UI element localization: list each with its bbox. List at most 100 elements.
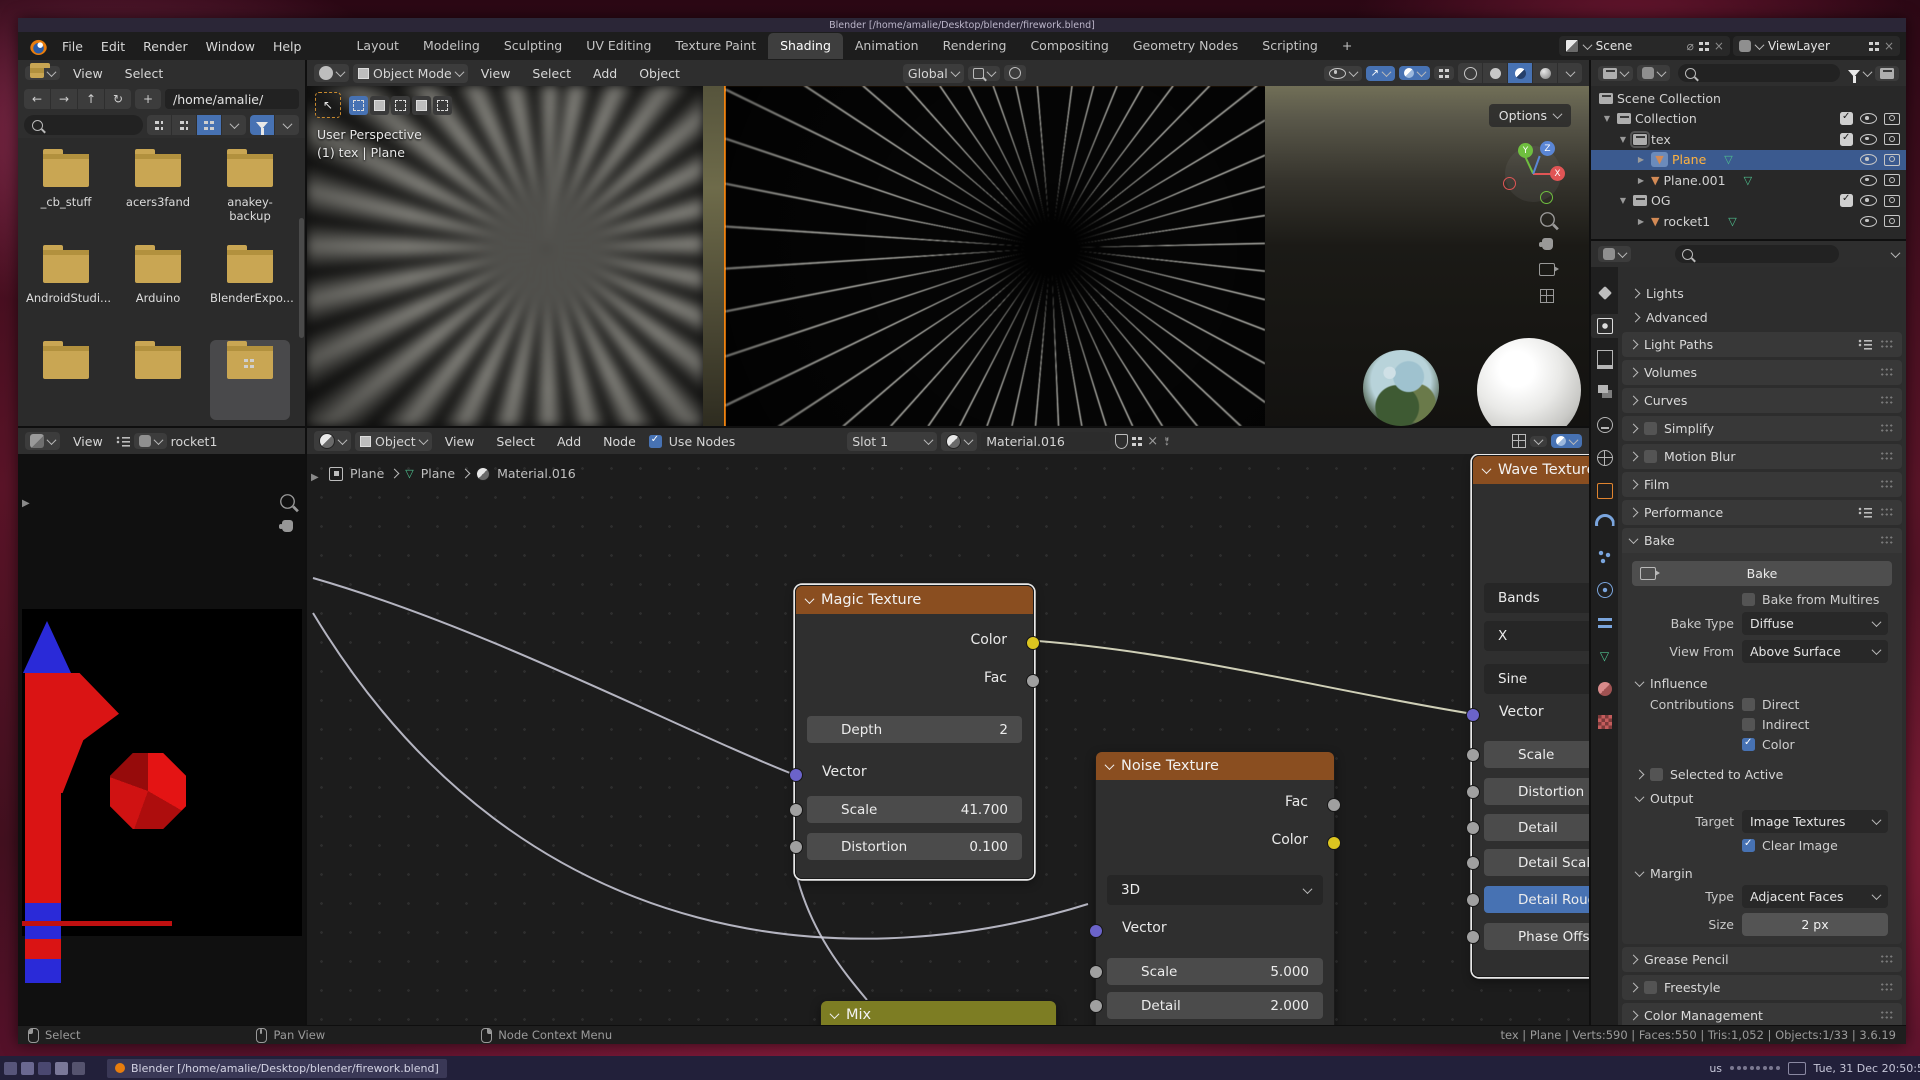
folder-item[interactable]: anakey-backup: [210, 148, 290, 223]
new-material-copy-icon[interactable]: [1132, 436, 1143, 447]
editor-type-button[interactable]: [314, 431, 351, 451]
gizmos-toggle[interactable]: ↗: [1366, 66, 1395, 81]
drag-handle-icon[interactable]: [1880, 367, 1894, 378]
menu-edit[interactable]: Edit: [92, 36, 134, 57]
tab-shading[interactable]: Shading: [768, 33, 843, 59]
menu-help[interactable]: Help: [264, 36, 311, 57]
menu-render[interactable]: Render: [134, 36, 197, 57]
tab-view-layer[interactable]: [1591, 380, 1618, 404]
outliner-row-collection[interactable]: ▼ Collection: [1591, 109, 1906, 130]
axis-negx-handle[interactable]: [1503, 177, 1516, 190]
clock[interactable]: Tue, 31 Dec 20:50:5: [1814, 1062, 1920, 1075]
tab-particles[interactable]: [1591, 545, 1618, 569]
socket-vector-input[interactable]: [1466, 708, 1480, 722]
sidebar-toggle-icon[interactable]: ▶: [22, 498, 30, 509]
snapping-dropdown[interactable]: [1530, 436, 1547, 447]
tab-rendering[interactable]: Rendering: [931, 33, 1019, 59]
hide-eye-icon[interactable]: [1860, 216, 1877, 227]
tab-layout[interactable]: Layout: [344, 33, 411, 59]
white-sphere-object[interactable]: [1477, 338, 1581, 426]
expand-icon[interactable]: ▼: [1617, 196, 1629, 205]
render-camera-icon[interactable]: [1884, 133, 1900, 145]
outliner-row-scene-collection[interactable]: Scene Collection: [1591, 88, 1906, 109]
sh-menu-select[interactable]: Select: [487, 431, 544, 452]
tab-geometry-nodes[interactable]: Geometry Nodes: [1121, 33, 1250, 59]
unlink-close-icon[interactable]: ×: [1147, 434, 1158, 449]
keyboard-layout-indicator[interactable]: us: [1709, 1062, 1722, 1075]
panel-performance[interactable]: Performance: [1622, 500, 1902, 525]
select-tool-button[interactable]: [433, 96, 452, 115]
panel-light-paths[interactable]: Light Paths: [1622, 332, 1902, 357]
shading-dropdown[interactable]: [1558, 63, 1582, 83]
drag-handle-icon[interactable]: [1880, 451, 1894, 462]
bake-type-dropdown[interactable]: Diffuse: [1742, 612, 1888, 635]
expand-icon[interactable]: ▶: [1635, 176, 1647, 185]
shading-material-button[interactable]: [1508, 63, 1532, 83]
subpanel-margin[interactable]: Margin: [1622, 861, 1902, 885]
socket-detail-input[interactable]: [1089, 999, 1103, 1013]
material-browse-button[interactable]: [941, 432, 977, 451]
hide-eye-icon[interactable]: [1860, 195, 1877, 206]
hamburger-menu-icon[interactable]: [116, 436, 130, 447]
tray-indicator-icon[interactable]: [1788, 1062, 1806, 1075]
breadcrumb-mesh[interactable]: Plane: [421, 466, 455, 481]
image-editor-canvas-area[interactable]: ▶: [18, 454, 305, 1026]
panel-motion-blur[interactable]: Motion Blur: [1622, 444, 1902, 469]
tab-render[interactable]: [1591, 314, 1618, 338]
tab-tool[interactable]: [1591, 281, 1618, 305]
outliner-row-rocket1[interactable]: ▶ ▼ rocket1 ▽: [1591, 211, 1906, 232]
file-search-input[interactable]: [24, 115, 143, 135]
folder-item[interactable]: BlenderExpo...: [210, 244, 290, 305]
indirect-checkbox[interactable]: Indirect: [1742, 717, 1888, 732]
sh-menu-add[interactable]: Add: [548, 431, 590, 452]
color-checkbox[interactable]: Color: [1742, 737, 1888, 752]
object-visibility-button[interactable]: [1324, 66, 1362, 81]
panel-simplify[interactable]: Simplify: [1622, 416, 1902, 441]
tab-data[interactable]: ▽: [1591, 644, 1618, 668]
node-wave-texture[interactable]: Wave Texture Bands X Sine Vector Scale D…: [1472, 455, 1589, 977]
socket-input[interactable]: [1466, 893, 1480, 907]
image-datablock-selector[interactable]: [134, 433, 167, 449]
overlays-toggle[interactable]: [1399, 66, 1430, 80]
camera-view-icon[interactable]: [1539, 263, 1555, 276]
drag-handle-icon[interactable]: [1880, 479, 1894, 490]
chevron-down-icon[interactable]: [1863, 67, 1873, 77]
socket-vector-input[interactable]: [789, 768, 803, 782]
axis-negy-handle[interactable]: [1540, 191, 1553, 204]
tab-material[interactable]: [1591, 677, 1618, 701]
taskbar-app-icon[interactable]: [4, 1062, 17, 1075]
shading-solid-button[interactable]: [1483, 63, 1507, 83]
bake-from-multires-checkbox[interactable]: Bake from Multires: [1742, 592, 1888, 607]
margin-type-dropdown[interactable]: Adjacent Faces: [1742, 885, 1888, 908]
render-camera-icon[interactable]: [1884, 195, 1900, 207]
detail-field[interactable]: Detail: [1484, 814, 1589, 841]
panel-checkbox[interactable]: [1644, 981, 1657, 994]
filter-dropdown[interactable]: [275, 115, 299, 135]
hide-eye-icon[interactable]: [1860, 113, 1877, 124]
distortion-field[interactable]: Distortion: [1484, 778, 1589, 805]
new-collection-button[interactable]: [1875, 66, 1899, 81]
zoom-icon[interactable]: [1540, 212, 1555, 227]
collection-checkbox[interactable]: [1840, 194, 1853, 207]
outliner-row-plane-selected[interactable]: ▶ ▼ Plane ▽: [1591, 150, 1906, 171]
shader-type-selector[interactable]: Object: [355, 432, 432, 451]
file-grid-scrollbar[interactable]: [299, 218, 304, 338]
select-tool-button[interactable]: [412, 96, 431, 115]
tab-animation[interactable]: Animation: [843, 33, 931, 59]
sh-menu-node[interactable]: Node: [594, 431, 645, 452]
drag-handle-icon[interactable]: [1880, 1010, 1894, 1021]
socket-vector-input[interactable]: [1089, 924, 1103, 938]
expand-icon[interactable]: ▶: [1635, 155, 1647, 164]
editor-type-button[interactable]: [1598, 246, 1631, 262]
panel-checkbox[interactable]: [1644, 422, 1657, 435]
panel-checkbox[interactable]: [1644, 450, 1657, 463]
editor-type-button[interactable]: [25, 432, 60, 450]
tab-uv-editing[interactable]: UV Editing: [574, 33, 663, 59]
subpanel-influence[interactable]: Influence: [1622, 671, 1902, 695]
panel-freestyle[interactable]: Freestyle: [1622, 975, 1902, 1000]
wave-type-dropdown[interactable]: Bands: [1484, 583, 1589, 613]
expand-icon[interactable]: ▼: [1617, 135, 1629, 144]
slot-selector[interactable]: Slot 1: [847, 432, 937, 451]
folder-item[interactable]: AndroidStudi...: [26, 244, 106, 305]
panel-color-management[interactable]: Color Management: [1622, 1003, 1902, 1026]
